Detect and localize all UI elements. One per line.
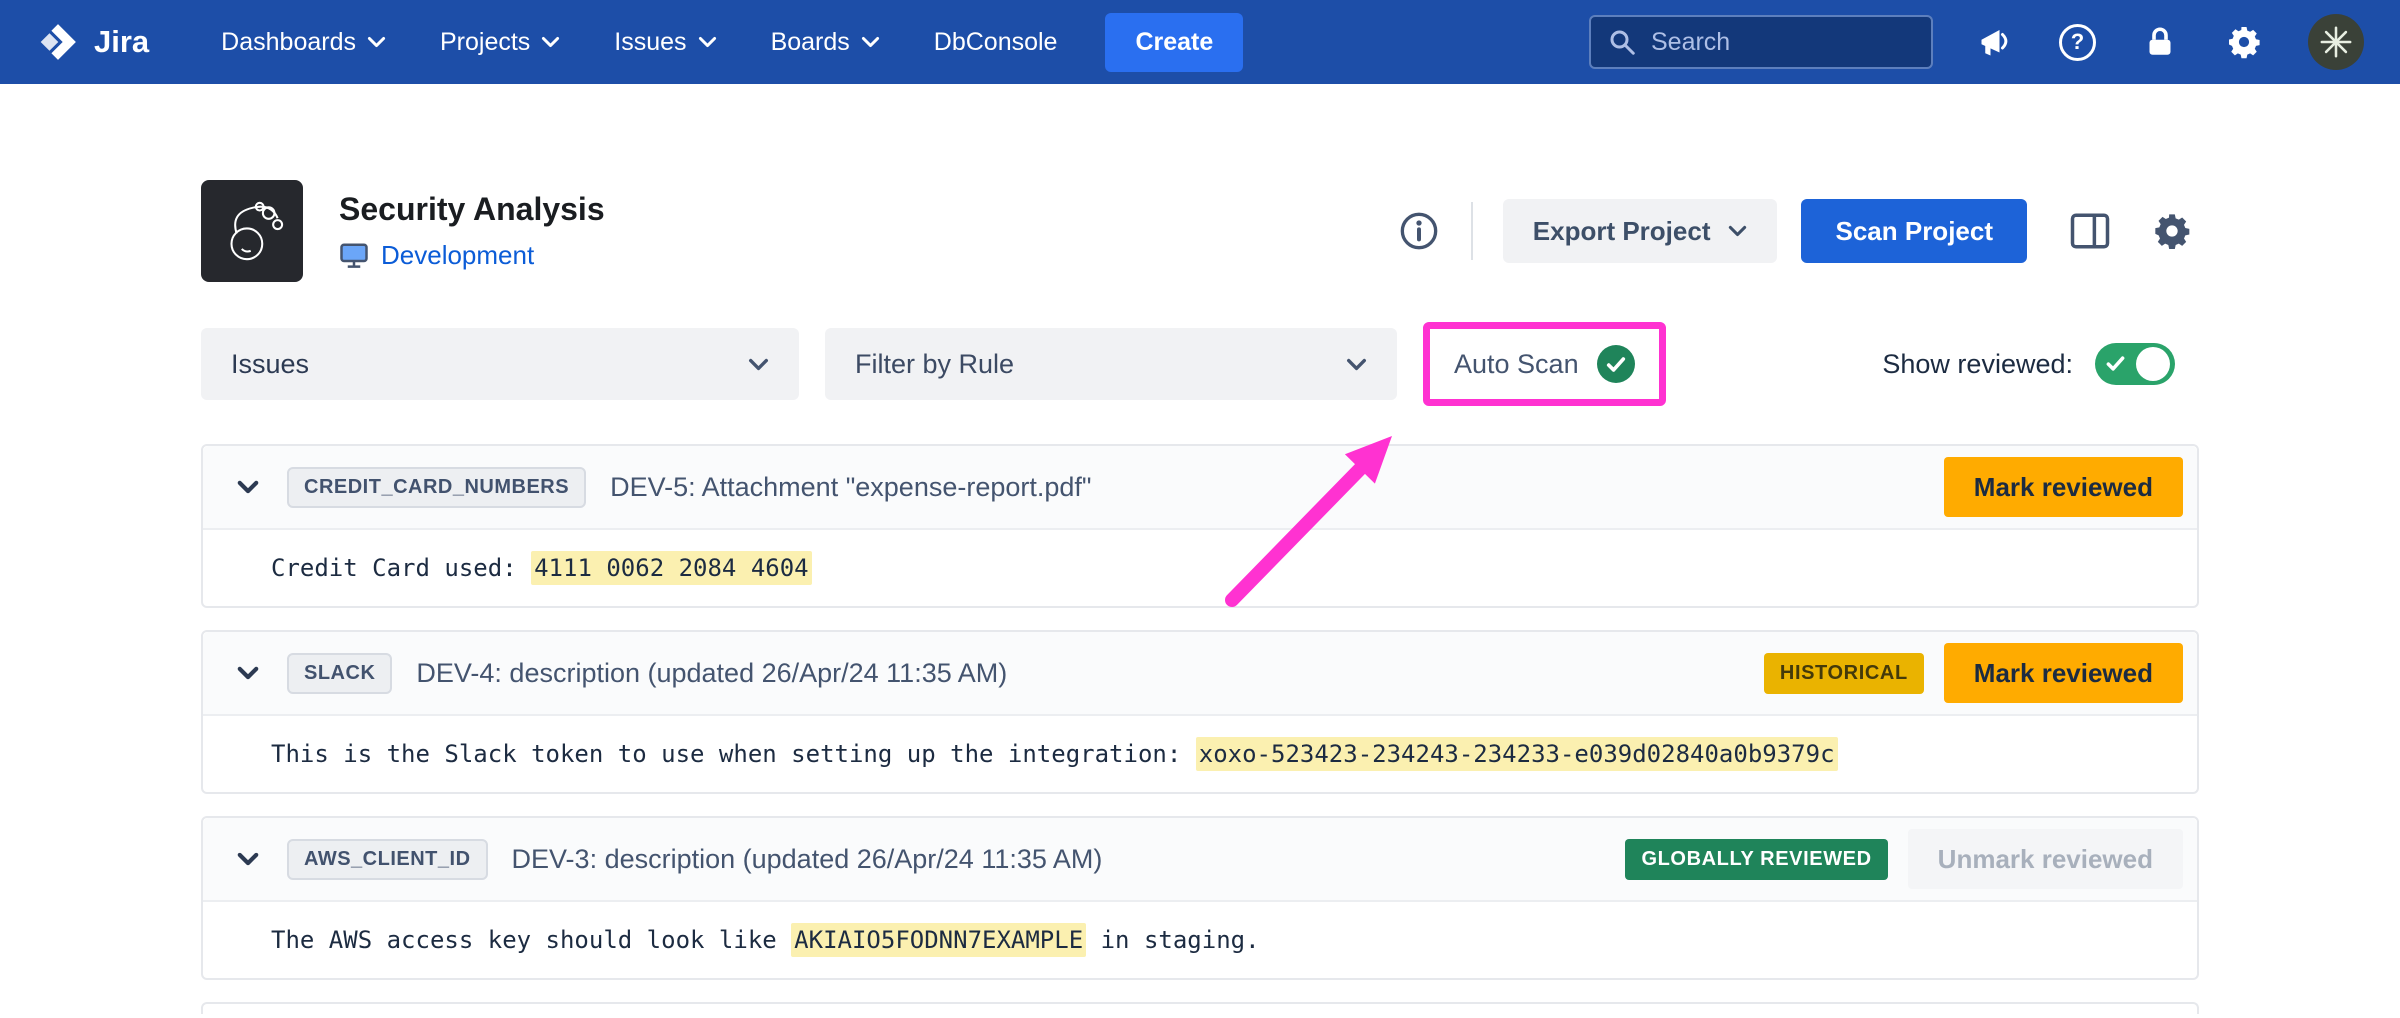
finding-title: DEV-5: Attachment "expense-report.pdf" <box>610 472 1091 503</box>
nav-icon-group: ? <box>1975 14 2364 70</box>
collapse-chevron-icon[interactable] <box>237 852 259 866</box>
snowflake-icon <box>2319 25 2353 59</box>
auto-scan-check-icon[interactable] <box>1597 345 1635 383</box>
jira-brand[interactable]: Jira <box>36 20 149 64</box>
card-actions: Mark reviewed <box>1944 457 2183 517</box>
monitor-icon <box>339 242 369 270</box>
search-box[interactable] <box>1589 15 1933 69</box>
card-header: SLACK DEV-4: description (updated 26/Apr… <box>203 632 2197 716</box>
card-actions: GLOBALLY REVIEWED Unmark reviewed <box>1625 829 2183 889</box>
finding-card-dev4: SLACK DEV-4: description (updated 26/Apr… <box>201 630 2199 794</box>
chevron-down-icon <box>1346 358 1367 371</box>
show-reviewed-label: Show reviewed: <box>1882 349 2073 380</box>
project-meta: Security Analysis Development <box>339 191 605 271</box>
unmark-reviewed-button[interactable]: Unmark reviewed <box>1908 829 2183 889</box>
nav-item-issues[interactable]: Issues <box>614 28 716 57</box>
settings-gear-icon[interactable] <box>2145 204 2199 258</box>
page-title: Security Analysis <box>339 191 605 228</box>
chevron-down-icon <box>1728 225 1747 237</box>
nav-menu: Dashboards Projects Issues Boards DbCons… <box>221 28 1057 57</box>
nav-item-dashboards[interactable]: Dashboards <box>221 28 386 57</box>
check-icon <box>2106 355 2125 372</box>
body-text: Credit Card used: <box>271 554 531 582</box>
card-header: AWS_CLIENT_ID DEV-3: description (update… <box>203 818 2197 902</box>
project-link[interactable]: Development <box>381 240 534 271</box>
scan-project-button[interactable]: Scan Project <box>1801 199 2027 263</box>
rule-chip: CREDIT_CARD_NUMBERS <box>287 467 586 508</box>
card-header: CREDIT_CARD_NUMBERS DEV-5: Attachment "e… <box>203 446 2197 530</box>
finding-title: DEV-4: description (updated 26/Apr/24 11… <box>416 658 1007 689</box>
chevron-down-icon <box>748 358 769 371</box>
next-card-partial <box>201 1002 2199 1014</box>
finding-body: The AWS access key should look like AKIA… <box>203 902 2197 978</box>
filter-by-rule-dropdown[interactable]: Filter by Rule <box>825 328 1397 400</box>
info-icon[interactable] <box>1397 209 1441 253</box>
help-icon[interactable]: ? <box>2059 24 2096 61</box>
body-text: This is the Slack token to use when sett… <box>271 740 1196 768</box>
body-text: in staging. <box>1086 926 1259 954</box>
collapse-chevron-icon[interactable] <box>237 666 259 680</box>
finding-body: Credit Card used: 4111 0062 2084 4604 <box>203 530 2197 606</box>
side-panel-icon[interactable] <box>2063 204 2117 258</box>
historical-badge: HISTORICAL <box>1764 653 1924 694</box>
project-header: Security Analysis Development Export Pro… <box>201 180 2199 282</box>
collapse-chevron-icon[interactable] <box>237 480 259 494</box>
top-navigation: Jira Dashboards Projects Issues Boards D… <box>0 0 2400 84</box>
gear-icon[interactable] <box>2224 22 2264 62</box>
brand-label: Jira <box>94 24 149 60</box>
nav-item-boards[interactable]: Boards <box>771 28 880 57</box>
divider <box>1471 202 1473 260</box>
jira-logo-icon <box>36 20 80 64</box>
show-reviewed-toggle[interactable] <box>2095 343 2175 385</box>
highlighted-secret: AKIAIO5FODNN7EXAMPLE <box>791 923 1086 957</box>
project-subtitle: Development <box>339 240 605 271</box>
search-icon <box>1607 27 1637 57</box>
nav-item-projects[interactable]: Projects <box>440 28 560 57</box>
finding-body: This is the Slack token to use when sett… <box>203 716 2197 792</box>
chevron-down-icon <box>541 36 560 48</box>
body-text: The AWS access key should look like <box>271 926 791 954</box>
announcements-icon[interactable] <box>1975 22 2015 62</box>
project-avatar <box>201 180 303 282</box>
mark-reviewed-button[interactable]: Mark reviewed <box>1944 457 2183 517</box>
globally-reviewed-badge: GLOBALLY REVIEWED <box>1625 839 1887 880</box>
card-actions: HISTORICAL Mark reviewed <box>1764 643 2183 703</box>
chevron-down-icon <box>861 36 880 48</box>
export-project-button[interactable]: Export Project <box>1503 199 1778 263</box>
annotation-highlight-box: Auto Scan <box>1423 322 1666 406</box>
header-actions: Export Project Scan Project <box>1397 199 2199 263</box>
auto-scan-label: Auto Scan <box>1454 349 1579 380</box>
lock-icon[interactable] <box>2140 22 2180 62</box>
issues-dropdown[interactable]: Issues <box>201 328 799 400</box>
rule-chip: SLACK <box>287 653 392 694</box>
findings-list: CREDIT_CARD_NUMBERS DEV-5: Attachment "e… <box>201 444 2199 1014</box>
mark-reviewed-button[interactable]: Mark reviewed <box>1944 643 2183 703</box>
finding-card-dev3: AWS_CLIENT_ID DEV-3: description (update… <box>201 816 2199 980</box>
highlighted-secret: 4111 0062 2084 4604 <box>531 551 812 585</box>
user-avatar[interactable] <box>2308 14 2364 70</box>
create-button[interactable]: Create <box>1105 13 1243 72</box>
finding-card-dev5: CREDIT_CARD_NUMBERS DEV-5: Attachment "e… <box>201 444 2199 608</box>
main-content: Security Analysis Development Export Pro… <box>201 180 2199 1014</box>
highlighted-secret: xoxo-523423-234243-234233-e039d02840a0b9… <box>1196 737 1838 771</box>
chevron-down-icon <box>698 36 717 48</box>
nav-item-dbconsole[interactable]: DbConsole <box>934 28 1058 57</box>
toggle-knob <box>2136 347 2170 381</box>
chevron-down-icon <box>367 36 386 48</box>
rule-chip: AWS_CLIENT_ID <box>287 839 488 880</box>
finding-title: DEV-3: description (updated 26/Apr/24 11… <box>512 844 1103 875</box>
filter-row: Issues Filter by Rule Auto Scan Show rev… <box>201 322 2199 406</box>
search-input[interactable] <box>1651 28 1915 57</box>
